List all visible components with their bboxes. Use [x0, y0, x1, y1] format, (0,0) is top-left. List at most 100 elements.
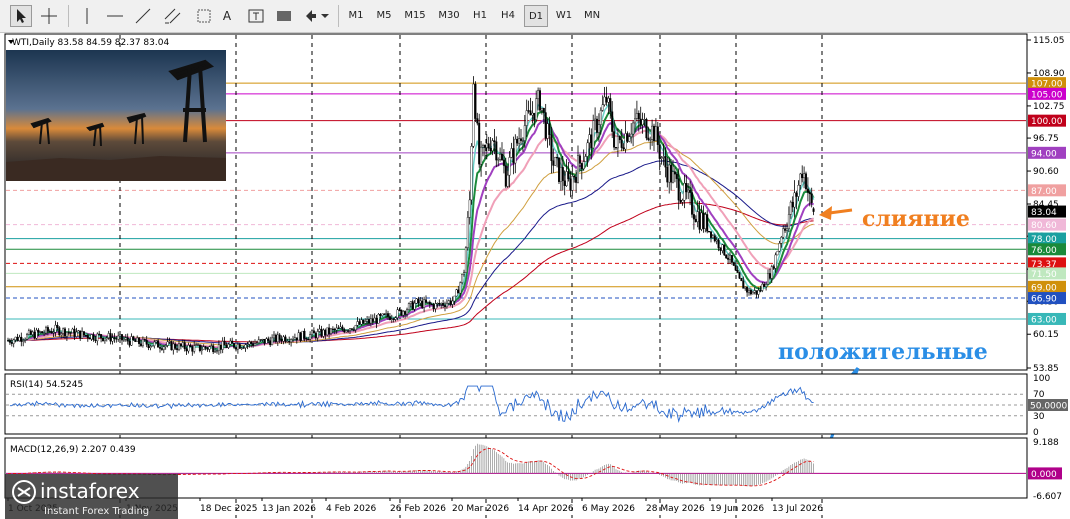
- timeframe-m1[interactable]: M1: [344, 5, 368, 27]
- price-tick-label: 96.75: [1033, 134, 1059, 144]
- price-tag-label: 71.50: [1031, 270, 1057, 280]
- instaforex-logo: instaforex Instant Forex Trading: [5, 474, 178, 519]
- candle-body: [580, 163, 583, 170]
- candle-body: [780, 237, 783, 244]
- fibonacci-tool-icon[interactable]: [192, 5, 216, 27]
- chart-area[interactable]: WTI,Daily 83.58 84.59 82.37 83.04 115.05…: [0, 32, 1070, 519]
- timeframe-m15[interactable]: M15: [400, 5, 430, 27]
- rectangle-tool-icon[interactable]: [272, 5, 296, 27]
- trend-line-tool-icon[interactable]: [132, 5, 154, 27]
- candle-body: [141, 339, 144, 346]
- price-tag-label: 105.00: [1031, 90, 1063, 100]
- candle-body: [605, 96, 608, 103]
- candle-body: [436, 302, 439, 305]
- candle-body: [531, 112, 534, 116]
- candle-body: [626, 133, 629, 142]
- chart-header: WTI,Daily 83.58 84.59 82.37 83.04: [12, 38, 169, 48]
- candle-body: [10, 342, 13, 344]
- candle-body: [573, 176, 576, 178]
- candle-body: [236, 344, 239, 350]
- candle-body: [645, 119, 648, 139]
- candle-body: [267, 338, 270, 341]
- timeframe-w1[interactable]: W1: [552, 5, 576, 27]
- rsi-pane: RSI(14) 54.5245 100 70 50.000030 0: [4, 373, 1068, 438]
- candle-body: [520, 138, 523, 141]
- timeframe-mn[interactable]: MN: [580, 5, 604, 27]
- candle-body: [124, 337, 127, 340]
- time-tick-label: 18 Dec 2025: [200, 504, 258, 514]
- candle-body: [299, 332, 302, 341]
- candle-body: [387, 313, 390, 317]
- candle-body: [632, 122, 635, 135]
- candle-body: [255, 342, 258, 344]
- candle-body: [421, 300, 424, 308]
- candle-body: [565, 171, 568, 186]
- candle-body: [706, 214, 709, 232]
- candle-body: [417, 298, 420, 304]
- candle-body: [37, 329, 40, 333]
- candle-body: [506, 174, 509, 187]
- candle-body: [616, 136, 619, 149]
- candle-body: [618, 136, 621, 141]
- time-tick-label: 13 Jan 2026: [262, 504, 316, 514]
- candle-body: [246, 343, 249, 346]
- candle-body: [654, 126, 657, 142]
- candle-body: [98, 333, 101, 335]
- candle-body: [130, 336, 133, 346]
- candle-body: [578, 155, 581, 164]
- candle-body: [445, 303, 448, 307]
- candle-body: [415, 298, 418, 304]
- candle-body: [499, 153, 502, 160]
- candle-body: [212, 345, 215, 353]
- arrows-icon: [306, 10, 329, 22]
- candle-body: [128, 340, 131, 346]
- horizontal-line-tool-icon[interactable]: [104, 5, 126, 27]
- candle-body: [248, 341, 251, 345]
- time-tick-label: 28 May 2026: [646, 504, 705, 514]
- candle-body: [442, 303, 445, 306]
- candle-body: [219, 344, 222, 350]
- candle-body: [563, 180, 566, 186]
- candle-body: [432, 304, 435, 309]
- channel-tool-icon[interactable]: [160, 5, 186, 27]
- candle-body: [746, 286, 749, 293]
- candle-body: [559, 167, 562, 182]
- candle-body: [491, 140, 494, 152]
- timeframe-h4[interactable]: H4: [496, 5, 520, 27]
- candle-body: [388, 316, 391, 320]
- candle-body: [609, 98, 612, 112]
- candle-body: [571, 176, 574, 191]
- text-tool-button[interactable]: A: [216, 5, 238, 27]
- vertical-line-tool-icon[interactable]: [76, 5, 98, 27]
- timeframe-m30[interactable]: M30: [434, 5, 464, 27]
- crosshair-tool-icon[interactable]: [36, 5, 62, 27]
- arrows-tool-icon[interactable]: [302, 5, 332, 27]
- candle-body: [455, 289, 458, 297]
- candle-body: [242, 347, 245, 349]
- candle-body: [552, 160, 555, 166]
- candle-body: [45, 327, 48, 334]
- candle-body: [210, 345, 213, 347]
- timeframe-m5[interactable]: M5: [372, 5, 396, 27]
- cursor-tool-icon[interactable]: [10, 5, 32, 27]
- time-tick-label: 26 Feb 2026: [390, 504, 446, 514]
- candle-body: [223, 341, 226, 346]
- candle-body: [295, 337, 298, 341]
- timeframe-h1[interactable]: H1: [468, 5, 492, 27]
- candle-body: [196, 344, 199, 346]
- candle-body: [689, 189, 692, 193]
- text-label-tool-icon[interactable]: [244, 5, 268, 27]
- candle-body: [664, 156, 667, 168]
- candle-body: [151, 345, 154, 347]
- trend-line-icon: [135, 8, 151, 24]
- candle-body: [725, 254, 728, 259]
- candle-body: [282, 336, 285, 342]
- candle-body: [673, 171, 676, 175]
- timeframe-d1[interactable]: D1: [524, 5, 548, 27]
- candle-body: [449, 300, 452, 305]
- candle-body: [12, 339, 15, 344]
- candle-body: [742, 280, 745, 289]
- candle-body: [381, 313, 384, 316]
- candle-body: [379, 314, 382, 316]
- candle-body: [535, 98, 538, 121]
